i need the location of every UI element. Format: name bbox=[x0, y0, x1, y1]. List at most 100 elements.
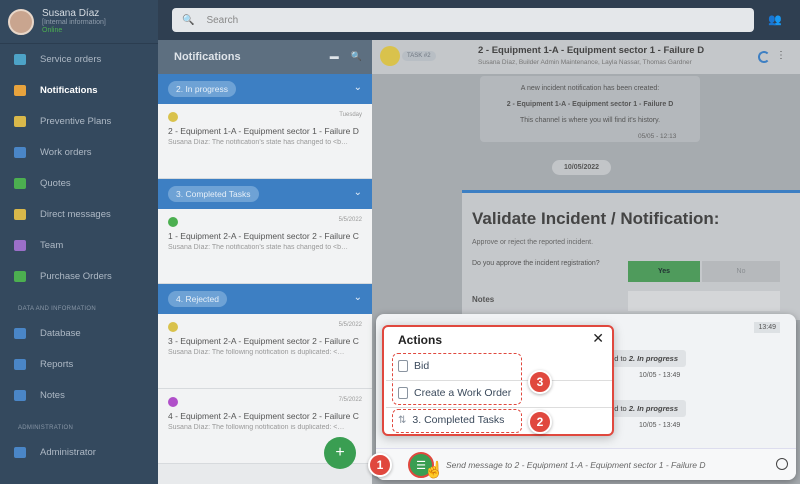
sidebar-item-label: Database bbox=[40, 328, 81, 339]
sidebar-section-data: DATA AND INFORMATION bbox=[18, 306, 97, 312]
pointer-cursor-icon: ☝ bbox=[424, 462, 444, 479]
user-profile[interactable]: Susana Díaz [Internal information] Onlin… bbox=[0, 0, 158, 44]
sidebar-item-preventive-plans[interactable]: Preventive Plans bbox=[0, 106, 158, 137]
group-label: 2. In progress bbox=[168, 81, 236, 97]
sidebar-item-quotes[interactable]: Quotes bbox=[0, 168, 158, 199]
sidebar-item-service-orders[interactable]: Service orders bbox=[0, 44, 158, 75]
action-label: 3. Completed Tasks bbox=[412, 414, 505, 426]
search-icon[interactable]: 🔍 bbox=[351, 51, 362, 62]
profile-subtitle: [Internal information] bbox=[42, 19, 106, 27]
notification-date: 5/5/2022 bbox=[338, 217, 362, 223]
chat-title: 2 - Equipment 1-A - Equipment sector 1 -… bbox=[478, 45, 705, 56]
nav-icon bbox=[14, 116, 26, 127]
notification-title: 2 - Equipment 1-A - Equipment sector 1 -… bbox=[168, 126, 359, 136]
sidebar-section-admin: ADMINISTRATION bbox=[18, 425, 74, 431]
notification-body: Susana Díaz: The following notification … bbox=[168, 349, 345, 357]
sidebar-item-reports[interactable]: Reports bbox=[0, 349, 158, 380]
notes-field[interactable] bbox=[628, 291, 780, 311]
sidebar: Susana Díaz [Internal information] Onlin… bbox=[0, 0, 158, 484]
nav-icon bbox=[14, 54, 26, 65]
filter-icon[interactable]: ▬ bbox=[330, 51, 339, 62]
message-placeholder: Send message to 2 - Equipment 1-A - Equi… bbox=[446, 460, 706, 470]
system-message-line1: A new incident notification has been cre… bbox=[520, 85, 660, 92]
notification-card[interactable]: 5/5/2022 1 - Equipment 2-A - Equipment se… bbox=[158, 209, 372, 284]
search-input[interactable]: 🔍 Search bbox=[172, 8, 754, 32]
add-button[interactable]: + bbox=[324, 437, 356, 469]
status-dot bbox=[168, 217, 178, 227]
system-message-line2: 2 - Equipment 1-A - Equipment sector 1 -… bbox=[506, 101, 674, 108]
sidebar-item-label: Notifications bbox=[40, 85, 98, 96]
notification-date: 7/5/2022 bbox=[338, 397, 362, 403]
notification-title: 4 - Equipment 2-A - Equipment sector 2 -… bbox=[168, 411, 359, 421]
status-dot bbox=[168, 397, 178, 407]
sidebar-item-label: Administrator bbox=[40, 447, 96, 458]
system-message-time: 05/05 - 12:13 bbox=[638, 133, 677, 140]
loading-icon bbox=[758, 51, 770, 63]
nav-icon bbox=[14, 328, 26, 339]
chevron-down-icon[interactable]: ⌄ bbox=[354, 82, 362, 93]
validate-heading: Validate Incident / Notification: bbox=[472, 209, 720, 228]
search-placeholder: Search bbox=[206, 14, 239, 26]
yes-button[interactable]: Yes bbox=[628, 261, 700, 282]
date-separator: 10/05/2022 bbox=[552, 160, 612, 175]
action-completed-tasks[interactable]: ⇅ 3. Completed Tasks bbox=[398, 414, 504, 426]
notification-body: Susana Díaz: The following notification … bbox=[168, 424, 345, 432]
action-create-work-order[interactable]: Create a Work Order bbox=[398, 387, 511, 399]
sidebar-item-label: Work orders bbox=[40, 147, 92, 158]
nav-icon bbox=[14, 271, 26, 282]
sidebar-item-administrator[interactable]: Administrator bbox=[0, 437, 158, 468]
validate-description: Approve or reject the reported incident. bbox=[472, 239, 594, 246]
no-button[interactable]: No bbox=[702, 261, 780, 282]
sidebar-item-notifications[interactable]: Notifications bbox=[0, 75, 158, 106]
profile-name: Susana Díaz bbox=[42, 7, 100, 19]
clipboard-icon bbox=[398, 360, 408, 372]
notification-card[interactable]: 5/5/2022 3 - Equipment 2-A - Equipment se… bbox=[158, 314, 372, 389]
divider bbox=[386, 380, 612, 381]
status-dot bbox=[168, 112, 178, 122]
notification-date: 5/5/2022 bbox=[338, 322, 362, 328]
nav-icon bbox=[14, 85, 26, 96]
notification-card[interactable]: Tuesday 2 - Equipment 1-A - Equipment sec… bbox=[158, 104, 372, 179]
nav-icon bbox=[14, 240, 26, 251]
chat-members: Susana Díaz, Builder Admin Maintenance, … bbox=[478, 59, 692, 66]
notification-body: Susana Díaz: The notification's state ha… bbox=[168, 139, 349, 147]
chevron-down-icon[interactable]: ⌄ bbox=[354, 187, 362, 198]
workflow-icon: ⇅ bbox=[398, 414, 407, 426]
sidebar-item-label: Notes bbox=[40, 390, 65, 401]
validate-card: Validate Incident / Notification: Approv… bbox=[462, 190, 800, 320]
message-time: 10/05 - 13:49 bbox=[639, 372, 681, 379]
sidebar-item-database[interactable]: Database bbox=[0, 318, 158, 349]
sidebar-item-purchase-orders[interactable]: Purchase Orders bbox=[0, 261, 158, 292]
sidebar-item-work-orders[interactable]: Work orders bbox=[0, 137, 158, 168]
close-icon[interactable]: ✕ bbox=[592, 330, 604, 347]
avatar[interactable] bbox=[8, 8, 34, 35]
message-bubble: d to 2. In progress bbox=[606, 350, 686, 367]
message-time: 13:49 bbox=[754, 322, 780, 333]
people-icon[interactable]: 👥 bbox=[768, 13, 782, 26]
callout-3: 3 bbox=[528, 370, 552, 394]
notifications-title: Notifications bbox=[174, 51, 241, 63]
emoji-icon[interactable] bbox=[776, 458, 788, 470]
notification-group-header[interactable]: 2. In progress ⌄ bbox=[158, 74, 372, 104]
sidebar-item-label: Reports bbox=[40, 359, 74, 370]
notifications-panel: Notifications ▬ 🔍 2. In progress ⌄ Tuesday… bbox=[158, 40, 372, 484]
chevron-down-icon[interactable]: ⌄ bbox=[354, 292, 362, 303]
profile-status: Online bbox=[42, 27, 63, 35]
group-label: 3. Completed Tasks bbox=[168, 186, 259, 202]
divider bbox=[386, 407, 612, 408]
notes-label: Notes bbox=[472, 295, 495, 304]
message-prefix: d to bbox=[614, 354, 629, 363]
system-message-line3: This channel is where you will find it's… bbox=[519, 117, 661, 124]
sidebar-item-label: Service orders bbox=[40, 54, 102, 65]
more-options-icon[interactable]: ⋮ bbox=[776, 50, 786, 61]
sidebar-item-notes[interactable]: Notes bbox=[0, 380, 158, 411]
sidebar-item-team[interactable]: Team bbox=[0, 230, 158, 261]
action-bid[interactable]: Bid bbox=[398, 360, 429, 372]
notification-group-header[interactable]: 3. Completed Tasks ⌄ bbox=[158, 179, 372, 209]
sidebar-item-label: Preventive Plans bbox=[40, 116, 112, 127]
sidebar-item-direct-messages[interactable]: Direct messages bbox=[0, 199, 158, 230]
notification-group-header[interactable]: 4. Rejected ⌄ bbox=[158, 284, 372, 314]
status-dot bbox=[168, 322, 178, 332]
actions-popup: Actions ✕ Bid Create a Work Order ⇅ 3. C… bbox=[382, 325, 614, 436]
message-prefix: d to bbox=[614, 404, 629, 413]
